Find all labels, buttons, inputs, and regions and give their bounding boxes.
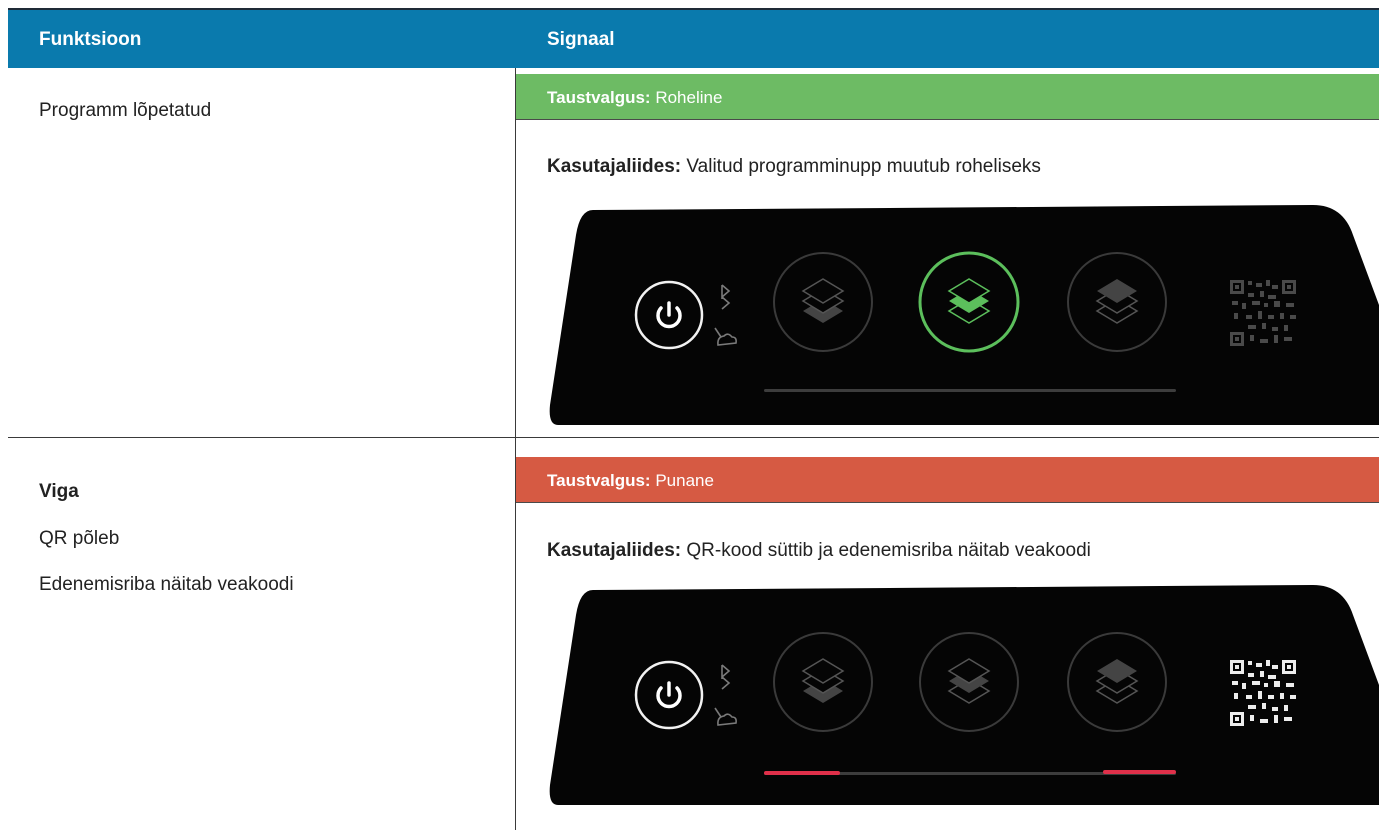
backlight-value: Punane	[655, 471, 714, 490]
function-text: QR põleb	[39, 528, 120, 549]
backlight-value: Roheline	[655, 88, 723, 107]
error-segment-left	[764, 771, 840, 775]
banner-rule	[516, 502, 1379, 503]
control-panel	[548, 205, 1379, 425]
row-rule	[8, 437, 1379, 438]
backlight-banner-green: Taustvalgus: Roheline	[516, 74, 1379, 119]
error-segment-right	[1103, 770, 1176, 774]
backlight-label: Taustvalgus:	[547, 471, 651, 490]
progress-bar	[764, 389, 1176, 392]
function-text: Programm lõpetatud	[39, 100, 212, 121]
header-function: Funktsioon	[39, 29, 142, 50]
control-panel	[548, 585, 1379, 805]
ui-description: Kasutajaliides: Valitud programminupp mu…	[547, 156, 1041, 178]
ui-label: Kasutajaliides:	[547, 156, 682, 177]
ui-value: QR-kood süttib ja edenemisriba näitab ve…	[686, 540, 1091, 561]
function-title: Viga	[39, 481, 79, 502]
banner-rule	[516, 119, 1379, 120]
ui-label: Kasutajaliides:	[547, 540, 682, 561]
table-header: Funktsioon Signaal	[8, 10, 1379, 68]
ui-value: Valitud programminupp muutub roheliseks	[686, 156, 1041, 177]
header-signal: Signaal	[547, 29, 615, 50]
backlight-label: Taustvalgus:	[547, 88, 651, 107]
function-text: Edenemisriba näitab veakoodi	[39, 574, 294, 595]
backlight-banner-red: Taustvalgus: Punane	[516, 457, 1379, 502]
ui-description: Kasutajaliides: QR-kood süttib ja edenem…	[547, 540, 1091, 562]
column-divider	[515, 68, 516, 830]
